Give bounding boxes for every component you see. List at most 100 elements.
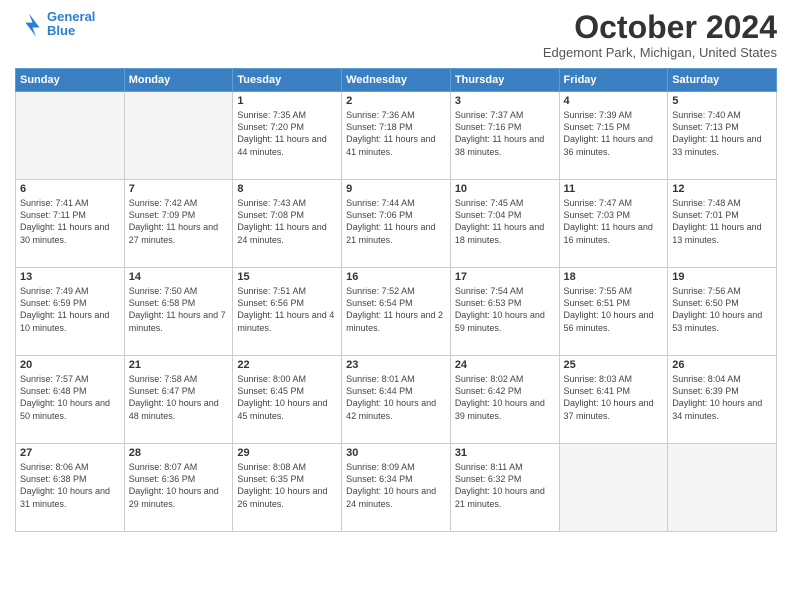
cell-date-8: 8 <box>237 183 337 195</box>
cell-date-16: 16 <box>346 271 446 283</box>
calendar-cell-18: 18Sunrise: 7:55 AMSunset: 6:51 PMDayligh… <box>559 268 668 356</box>
calendar-cell-empty <box>559 444 668 532</box>
cell-date-6: 6 <box>20 183 120 195</box>
logo-line1: General <box>47 9 95 24</box>
cell-info-4: Sunrise: 7:39 AMSunset: 7:15 PMDaylight:… <box>564 109 664 158</box>
calendar-body: 1 Sunrise: 7:35 AMSunset: 7:20 PMDaylight… <box>16 92 777 532</box>
cell-date-23: 23 <box>346 359 446 371</box>
cell-info-8: Sunrise: 7:43 AMSunset: 7:08 PMDaylight:… <box>237 197 337 246</box>
calendar-cell-21: 21 Sunrise: 7:58 AMSunset: 6:47 PMDayligh… <box>124 356 233 444</box>
cell-info-27: Sunrise: 8:06 AMSunset: 6:38 PMDaylight:… <box>20 461 120 510</box>
cell-date-9: 9 <box>346 183 446 195</box>
calendar-cell-15: 15Sunrise: 7:51 AMSunset: 6:56 PMDayligh… <box>233 268 342 356</box>
cell-date-29: 29 <box>237 447 337 459</box>
cell-date-17: 17 <box>455 271 555 283</box>
day-header-wednesday: Wednesday <box>342 69 451 92</box>
calendar-cell-2: 2Sunrise: 7:36 AMSunset: 7:18 PMDaylight… <box>342 92 451 180</box>
cell-date-7: 7 <box>129 183 229 195</box>
cell-date-30: 30 <box>346 447 446 459</box>
logo-text: General Blue <box>47 10 95 39</box>
calendar-cell-23: 23 Sunrise: 8:01 AMSunset: 6:44 PMDayligh… <box>342 356 451 444</box>
calendar-cell-13: 13Sunrise: 7:49 AMSunset: 6:59 PMDayligh… <box>16 268 125 356</box>
calendar-cell-1: 1 Sunrise: 7:35 AMSunset: 7:20 PMDaylight… <box>233 92 342 180</box>
calendar-cell-4: 4 Sunrise: 7:39 AMSunset: 7:15 PMDaylight… <box>559 92 668 180</box>
calendar-cell-28: 28 Sunrise: 8:07 AMSunset: 6:36 PMDayligh… <box>124 444 233 532</box>
page: General Blue October 2024 Edgemont Park,… <box>0 0 792 612</box>
cell-info-11: Sunrise: 7:47 AMSunset: 7:03 PMDaylight:… <box>564 197 664 246</box>
cell-info-28: Sunrise: 8:07 AMSunset: 6:36 PMDaylight:… <box>129 461 229 510</box>
cell-date-10: 10 <box>455 183 555 195</box>
cell-info-26: Sunrise: 8:04 AMSunset: 6:39 PMDaylight:… <box>672 373 772 422</box>
calendar-cell-24: 24Sunrise: 8:02 AMSunset: 6:42 PMDayligh… <box>450 356 559 444</box>
cell-info-20: Sunrise: 7:57 AMSunset: 6:48 PMDaylight:… <box>20 373 120 422</box>
title-block: October 2024 Edgemont Park, Michigan, Un… <box>543 10 777 60</box>
cell-info-29: Sunrise: 8:08 AMSunset: 6:35 PMDaylight:… <box>237 461 337 510</box>
cell-info-15: Sunrise: 7:51 AMSunset: 6:56 PMDaylight:… <box>237 285 337 334</box>
cell-date-13: 13 <box>20 271 120 283</box>
day-header-sunday: Sunday <box>16 69 125 92</box>
calendar-cell-30: 30Sunrise: 8:09 AMSunset: 6:34 PMDayligh… <box>342 444 451 532</box>
cell-date-31: 31 <box>455 447 555 459</box>
cell-date-27: 27 <box>20 447 120 459</box>
day-header-tuesday: Tuesday <box>233 69 342 92</box>
calendar-cell-10: 10 Sunrise: 7:45 AMSunset: 7:04 PMDayligh… <box>450 180 559 268</box>
cell-info-9: Sunrise: 7:44 AMSunset: 7:06 PMDaylight:… <box>346 197 446 246</box>
calendar-cell-27: 27 Sunrise: 8:06 AMSunset: 6:38 PMDayligh… <box>16 444 125 532</box>
calendar-cell-22: 22Sunrise: 8:00 AMSunset: 6:45 PMDayligh… <box>233 356 342 444</box>
cell-date-21: 21 <box>129 359 229 371</box>
cell-date-20: 20 <box>20 359 120 371</box>
cell-date-22: 22 <box>237 359 337 371</box>
cell-date-3: 3 <box>455 95 555 107</box>
week-row-5: 27 Sunrise: 8:06 AMSunset: 6:38 PMDayligh… <box>16 444 777 532</box>
day-header-monday: Monday <box>124 69 233 92</box>
cell-info-19: Sunrise: 7:56 AMSunset: 6:50 PMDaylight:… <box>672 285 772 334</box>
cell-date-19: 19 <box>672 271 772 283</box>
cell-info-12: Sunrise: 7:48 AMSunset: 7:01 PMDaylight:… <box>672 197 772 246</box>
cell-info-18: Sunrise: 7:55 AMSunset: 6:51 PMDaylight:… <box>564 285 664 334</box>
cell-info-17: Sunrise: 7:54 AMSunset: 6:53 PMDaylight:… <box>455 285 555 334</box>
calendar-cell-empty <box>668 444 777 532</box>
week-row-2: 6 Sunrise: 7:41 AMSunset: 7:11 PMDaylight… <box>16 180 777 268</box>
cell-info-23: Sunrise: 8:01 AMSunset: 6:44 PMDaylight:… <box>346 373 446 422</box>
calendar-cell-26: 26Sunrise: 8:04 AMSunset: 6:39 PMDayligh… <box>668 356 777 444</box>
cell-date-24: 24 <box>455 359 555 371</box>
calendar-cell-8: 8 Sunrise: 7:43 AMSunset: 7:08 PMDaylight… <box>233 180 342 268</box>
calendar-cell-12: 12Sunrise: 7:48 AMSunset: 7:01 PMDayligh… <box>668 180 777 268</box>
calendar-cell-11: 11 Sunrise: 7:47 AMSunset: 7:03 PMDayligh… <box>559 180 668 268</box>
cell-info-3: Sunrise: 7:37 AMSunset: 7:16 PMDaylight:… <box>455 109 555 158</box>
calendar-cell-25: 25 Sunrise: 8:03 AMSunset: 6:41 PMDayligh… <box>559 356 668 444</box>
cell-info-10: Sunrise: 7:45 AMSunset: 7:04 PMDaylight:… <box>455 197 555 246</box>
calendar-cell-9: 9 Sunrise: 7:44 AMSunset: 7:06 PMDaylight… <box>342 180 451 268</box>
cell-info-5: Sunrise: 7:40 AMSunset: 7:13 PMDaylight:… <box>672 109 772 158</box>
calendar-cell-empty <box>124 92 233 180</box>
cell-info-1: Sunrise: 7:35 AMSunset: 7:20 PMDaylight:… <box>237 109 337 158</box>
calendar-cell-29: 29 Sunrise: 8:08 AMSunset: 6:35 PMDayligh… <box>233 444 342 532</box>
cell-info-16: Sunrise: 7:52 AMSunset: 6:54 PMDaylight:… <box>346 285 446 334</box>
month-title: October 2024 <box>543 10 777 45</box>
cell-date-5: 5 <box>672 95 772 107</box>
header: General Blue October 2024 Edgemont Park,… <box>15 10 777 60</box>
cell-date-2: 2 <box>346 95 446 107</box>
cell-date-25: 25 <box>564 359 664 371</box>
cell-date-11: 11 <box>564 183 664 195</box>
calendar-cell-empty <box>16 92 125 180</box>
location: Edgemont Park, Michigan, United States <box>543 45 777 60</box>
cell-date-28: 28 <box>129 447 229 459</box>
calendar-cell-7: 7 Sunrise: 7:42 AMSunset: 7:09 PMDaylight… <box>124 180 233 268</box>
logo: General Blue <box>15 10 95 39</box>
day-header-saturday: Saturday <box>668 69 777 92</box>
cell-info-31: Sunrise: 8:11 AMSunset: 6:32 PMDaylight:… <box>455 461 555 510</box>
week-row-1: 1 Sunrise: 7:35 AMSunset: 7:20 PMDaylight… <box>16 92 777 180</box>
cell-info-6: Sunrise: 7:41 AMSunset: 7:11 PMDaylight:… <box>20 197 120 246</box>
calendar-cell-31: 31 Sunrise: 8:11 AMSunset: 6:32 PMDayligh… <box>450 444 559 532</box>
week-row-3: 13Sunrise: 7:49 AMSunset: 6:59 PMDayligh… <box>16 268 777 356</box>
day-header-friday: Friday <box>559 69 668 92</box>
cell-date-1: 1 <box>237 95 337 107</box>
cell-date-4: 4 <box>564 95 664 107</box>
cell-info-21: Sunrise: 7:58 AMSunset: 6:47 PMDaylight:… <box>129 373 229 422</box>
cell-info-7: Sunrise: 7:42 AMSunset: 7:09 PMDaylight:… <box>129 197 229 246</box>
week-row-4: 20 Sunrise: 7:57 AMSunset: 6:48 PMDayligh… <box>16 356 777 444</box>
calendar-cell-17: 17 Sunrise: 7:54 AMSunset: 6:53 PMDayligh… <box>450 268 559 356</box>
day-header-thursday: Thursday <box>450 69 559 92</box>
cell-info-25: Sunrise: 8:03 AMSunset: 6:41 PMDaylight:… <box>564 373 664 422</box>
